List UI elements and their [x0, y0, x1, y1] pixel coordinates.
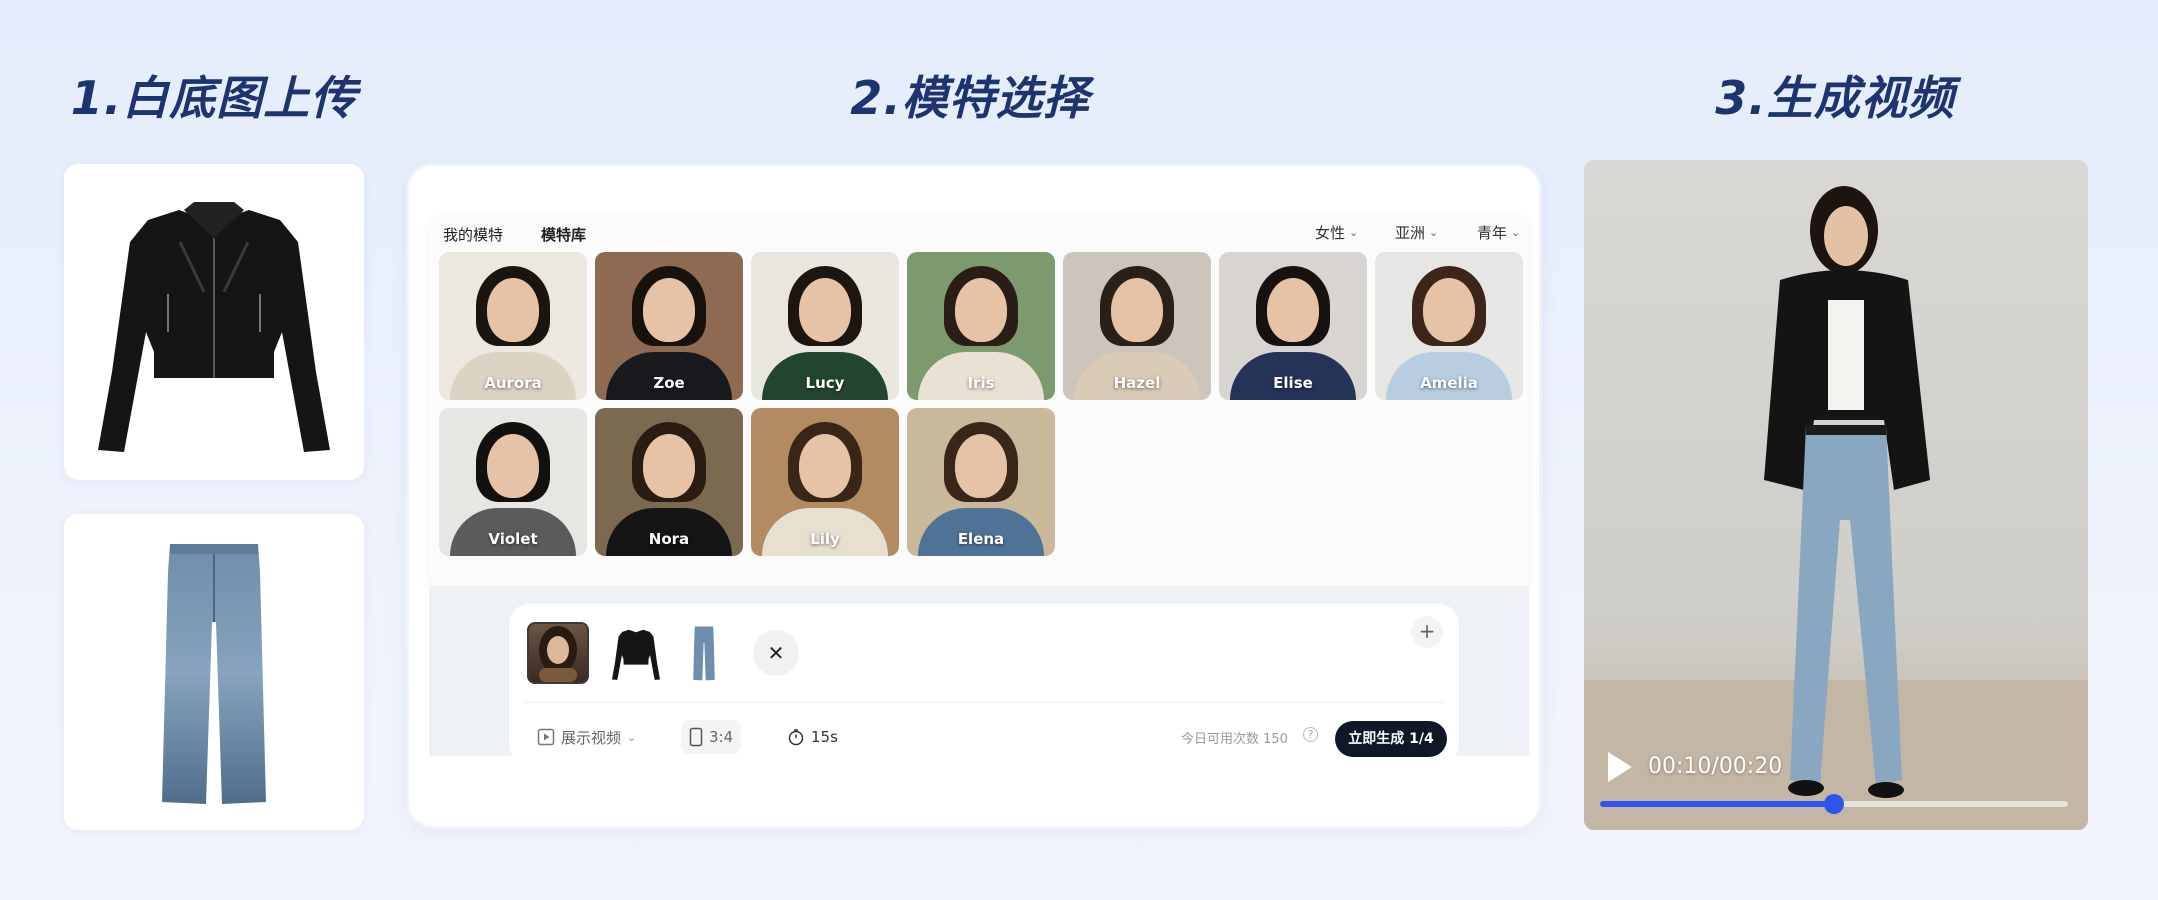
- model-video-frame: [1584, 186, 2088, 830]
- play-square-icon: [537, 728, 555, 746]
- model-portrait-icon: [539, 626, 577, 682]
- chevron-down-icon: ⌄: [1511, 226, 1521, 239]
- model-face: [1267, 278, 1319, 342]
- step-upload-title: 1.白底图上传: [70, 71, 358, 125]
- region-filter-value: 亚洲: [1395, 224, 1426, 242]
- model-card-elena[interactable]: Elena: [907, 408, 1055, 556]
- age-filter-dropdown[interactable]: 青年 ⌄: [1477, 222, 1520, 243]
- model-name-label: Iris: [967, 374, 995, 392]
- gender-filter-value: 女性: [1315, 224, 1346, 242]
- model-face: [1111, 278, 1163, 342]
- model-face: [955, 434, 1007, 498]
- model-name-label: Hazel: [1113, 374, 1161, 392]
- video-time-readout: 00:10/00:20: [1648, 754, 1783, 779]
- plus-icon: +: [1418, 619, 1436, 643]
- model-face: [487, 434, 539, 498]
- show-video-dropdown[interactable]: 展示视频 ⌄: [529, 720, 644, 754]
- model-name-label: Zoe: [653, 374, 685, 392]
- model-selection-panel: 我的模特 模特库 女性 ⌄ 亚洲 ⌄ 青年 ⌄ Aurora Zoe Lucy Iri…: [406, 163, 1542, 829]
- model-name-label: Elise: [1273, 374, 1313, 392]
- gender-filter-dropdown[interactable]: 女性 ⌄: [1315, 222, 1358, 243]
- model-picker: 我的模特 模特库 女性 ⌄ 亚洲 ⌄ 青年 ⌄ Aurora Zoe Lucy Iri…: [429, 216, 1529, 586]
- model-card-amelia[interactable]: Amelia: [1375, 252, 1523, 400]
- generated-video-player[interactable]: 00:10/00:20: [1584, 160, 2088, 830]
- step-model-title: 2.模特选择: [850, 71, 1090, 125]
- video-progress-fill: [1600, 801, 1834, 807]
- selected-model-thumbnail[interactable]: [527, 622, 589, 684]
- aspect-ratio-selector[interactable]: 3:4: [681, 720, 742, 754]
- flare-jeans-icon: [162, 544, 266, 804]
- model-name-label: Amelia: [1420, 374, 1478, 392]
- model-name-label: Lucy: [805, 374, 845, 392]
- model-name-label: Lily: [810, 530, 840, 548]
- age-filter-value: 青年: [1477, 224, 1508, 242]
- generate-now-button[interactable]: 立即生成 1/4: [1335, 721, 1447, 757]
- play-button[interactable]: [1608, 752, 1632, 782]
- composer-divider: [525, 702, 1443, 703]
- model-name-label: Elena: [957, 530, 1005, 548]
- model-face: [1423, 278, 1475, 342]
- model-card-nora[interactable]: Nora: [595, 408, 743, 556]
- phone-ratio-icon: [689, 727, 703, 747]
- region-filter-dropdown[interactable]: 亚洲 ⌄: [1395, 222, 1438, 243]
- model-card-iris[interactable]: Iris: [907, 252, 1055, 400]
- model-card-violet[interactable]: Violet: [439, 408, 587, 556]
- leather-jacket-icon: [98, 202, 330, 452]
- video-progress-handle[interactable]: [1824, 794, 1844, 814]
- model-face: [643, 434, 695, 498]
- model-card-elise[interactable]: Elise: [1219, 252, 1367, 400]
- selected-jacket-thumbnail[interactable]: [605, 622, 667, 684]
- jacket-image-card[interactable]: [64, 164, 364, 480]
- tab-model-library[interactable]: 模特库: [541, 224, 586, 245]
- duration-label: 15s: [811, 728, 838, 746]
- selected-jeans-thumbnail[interactable]: [673, 622, 735, 684]
- timer-icon: [788, 729, 804, 746]
- add-item-button[interactable]: +: [1411, 616, 1443, 648]
- composer-area: ✕ + 展示视频 ⌄ 3:4 15s 今日可用次数 150 ? 立即生成 1/4: [429, 586, 1529, 764]
- flare-jeans-icon: [693, 626, 715, 681]
- model-name-label: Aurora: [484, 374, 542, 392]
- model-card-hazel[interactable]: Hazel: [1063, 252, 1211, 400]
- step-video-title: 3.生成视频: [1715, 71, 1955, 125]
- model-name-label: Nora: [648, 530, 690, 548]
- model-card-lucy[interactable]: Lucy: [751, 252, 899, 400]
- model-card-zoe[interactable]: Zoe: [595, 252, 743, 400]
- leather-jacket-icon: [611, 629, 661, 680]
- model-card-lily[interactable]: Lily: [751, 408, 899, 556]
- model-card-aurora[interactable]: Aurora: [439, 252, 587, 400]
- model-face: [487, 278, 539, 342]
- chevron-down-icon: ⌄: [627, 730, 637, 744]
- model-face: [799, 434, 851, 498]
- model-face: [955, 278, 1007, 342]
- tab-my-models[interactable]: 我的模特: [443, 224, 503, 245]
- clear-selection-button[interactable]: ✕: [753, 630, 799, 676]
- model-name-label: Violet: [488, 530, 538, 548]
- jeans-image-card[interactable]: [64, 514, 364, 830]
- show-video-label: 展示视频: [561, 728, 622, 747]
- model-face: [799, 278, 851, 342]
- generation-composer: ✕ + 展示视频 ⌄ 3:4 15s 今日可用次数 150 ? 立即生成 1/4: [509, 604, 1459, 764]
- help-icon[interactable]: ?: [1303, 727, 1318, 742]
- chevron-down-icon: ⌄: [1349, 226, 1359, 239]
- duration-selector[interactable]: 15s: [779, 720, 846, 754]
- close-icon: ✕: [767, 641, 785, 665]
- chevron-down-icon: ⌄: [1429, 226, 1439, 239]
- aspect-ratio-label: 3:4: [709, 728, 734, 746]
- daily-quota-text: 今日可用次数 150: [1181, 732, 1288, 747]
- video-progress-bar[interactable]: [1600, 794, 2068, 814]
- model-face: [643, 278, 695, 342]
